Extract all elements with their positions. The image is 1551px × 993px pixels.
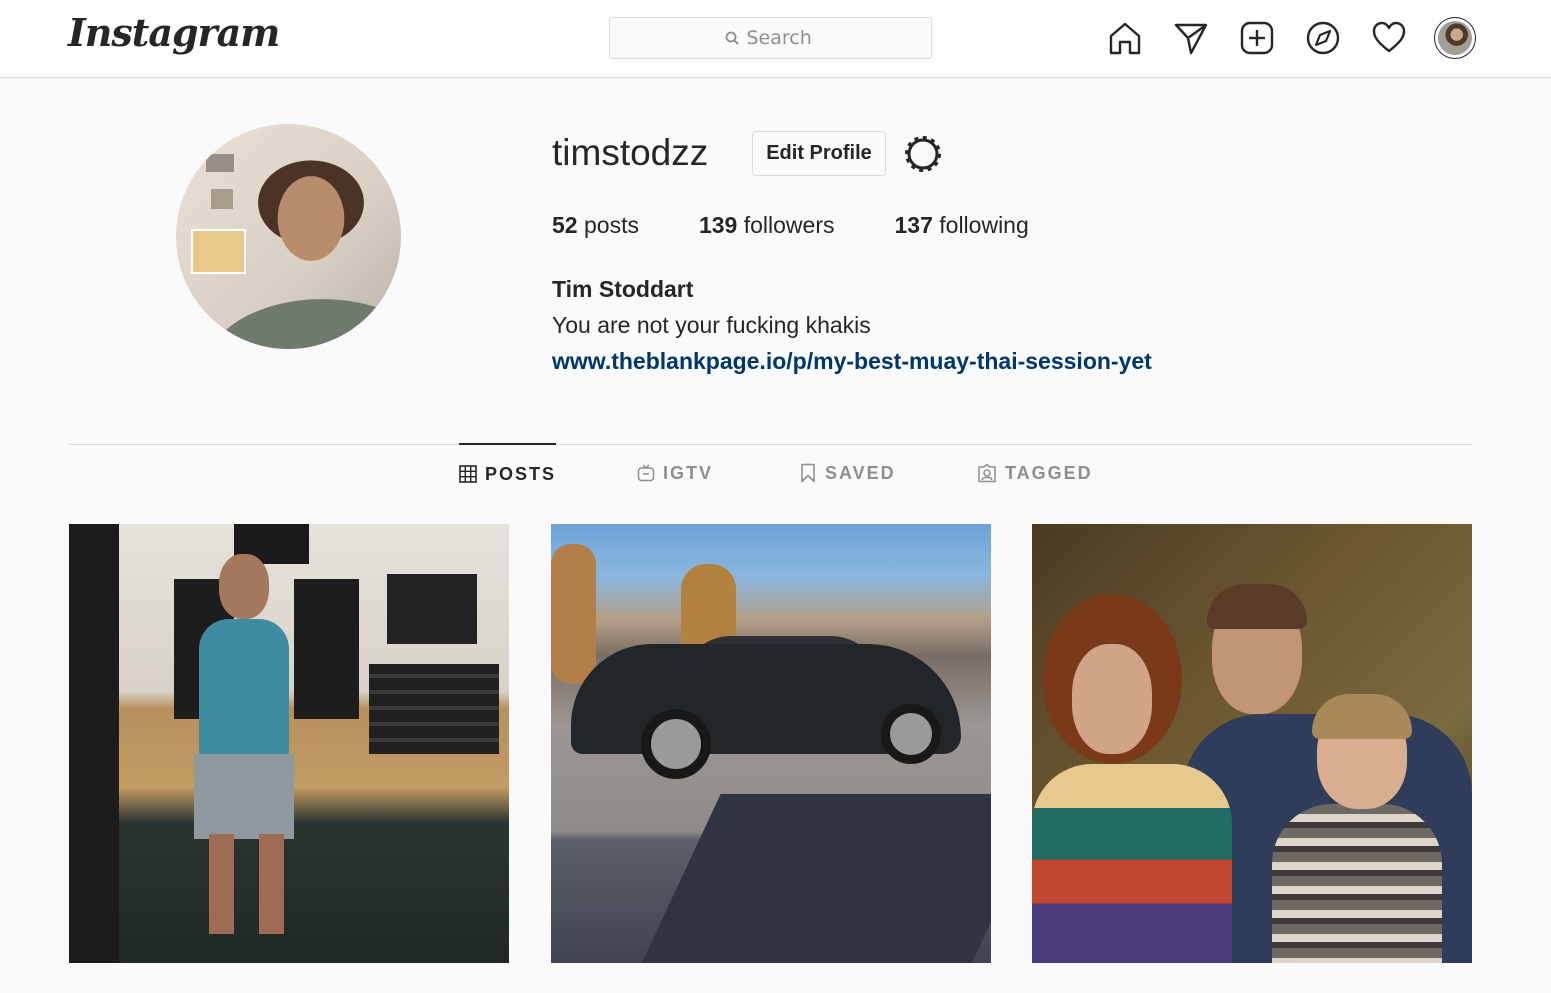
direct-message-icon[interactable]: [1172, 19, 1210, 57]
profile-stats: 52 posts 139 followers 137 following: [552, 212, 1029, 239]
followers-stat[interactable]: 139 followers: [699, 212, 835, 239]
tab-igtv[interactable]: IGTV: [637, 443, 713, 503]
posts-stat: 52 posts: [552, 212, 639, 239]
following-label: following: [939, 212, 1029, 238]
posts-count: 52: [552, 212, 578, 238]
new-post-icon[interactable]: [1238, 19, 1276, 57]
settings-gear-icon[interactable]: [902, 133, 944, 175]
followers-label: followers: [743, 212, 835, 238]
instagram-logo[interactable]: Instagram: [68, 10, 280, 55]
search-input[interactable]: [746, 27, 817, 49]
tagged-icon: [977, 463, 997, 483]
profile-full-name: Tim Stoddart: [552, 276, 694, 302]
profile-picture[interactable]: [176, 124, 401, 349]
search-icon: [725, 31, 739, 45]
bookmark-icon: [799, 463, 817, 483]
tab-saved-label: SAVED: [825, 462, 896, 483]
grid-icon: [459, 465, 477, 483]
profile-username: timstodzz: [552, 132, 709, 173]
tabs-divider: [69, 444, 1472, 445]
tab-igtv-label: IGTV: [663, 462, 714, 483]
explore-icon[interactable]: [1304, 19, 1342, 57]
tab-tagged-label: TAGGED: [1005, 462, 1093, 483]
posts-label: posts: [583, 212, 639, 238]
following-count: 137: [894, 212, 933, 238]
profile-website-link[interactable]: www.theblankpage.io/p/my-best-muay-thai-…: [552, 348, 1152, 375]
post-thumbnail-family[interactable]: [1032, 524, 1472, 963]
tab-posts-label: POSTS: [485, 463, 557, 484]
profile-avatar[interactable]: [1434, 17, 1476, 59]
followers-count: 139: [698, 212, 738, 238]
search-box[interactable]: [609, 17, 932, 59]
igtv-icon: [637, 464, 655, 482]
edit-profile-button[interactable]: Edit Profile: [752, 131, 886, 176]
tab-saved[interactable]: SAVED: [799, 443, 896, 503]
post-thumbnail-gym-selfie[interactable]: [69, 524, 509, 963]
tab-tagged[interactable]: TAGGED: [977, 443, 1093, 503]
tab-posts[interactable]: POSTS: [459, 443, 557, 503]
following-stat[interactable]: 137 following: [895, 212, 1029, 239]
post-thumbnail-car[interactable]: [551, 524, 991, 963]
top-navigation-bar: Instagram: [0, 0, 1551, 78]
home-icon[interactable]: [1106, 19, 1144, 57]
activity-heart-icon[interactable]: [1370, 19, 1408, 57]
avatar-image: [1438, 21, 1472, 55]
profile-bio: You are not your fucking khakis: [552, 312, 871, 338]
